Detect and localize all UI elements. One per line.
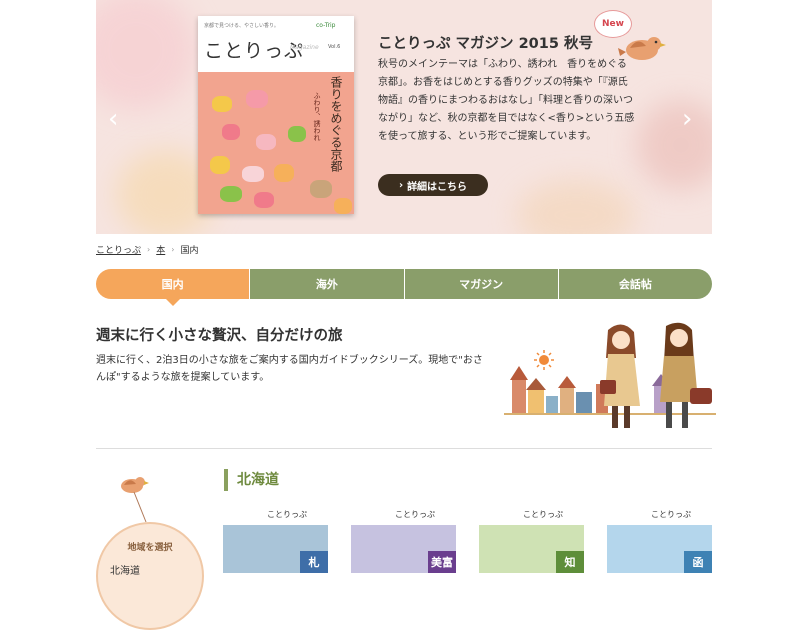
region-selector-label: 地域を選択 [127,543,173,553]
book-title: ことりっぷ [523,510,563,519]
details-button[interactable]: › 詳細はこちら [378,174,488,196]
cotrip-logo: co-Trip [316,22,336,29]
cover-headline: 香りをめぐる京都 [329,76,343,172]
magazine-cover[interactable]: 京都で見つける、やさしい香り。 ことりっぷ Magazine co-Trip V… [198,16,354,214]
cover-title: ことりっぷ [204,40,305,62]
category-tabs: 国内 海外 マガジン 会話帖 [96,269,712,306]
chevron-right-icon: › [398,179,404,191]
sweet-illustration [220,186,242,202]
cover-magazine-label: Magazine [290,44,319,51]
book-title: ことりっぷ [267,510,307,519]
breadcrumb-home-link[interactable]: ことりっぷ [96,243,141,256]
cover-header: 京都で見つける、やさしい香り。 ことりっぷ Magazine co-Trip V… [198,16,354,72]
book-cover-shiretoko[interactable]: ことりっぷ 知 [479,503,584,573]
cover-tagline: 京都で見つける、やさしい香り。 [204,23,279,29]
tab-label: 海外 [315,278,338,291]
hero-description: 秋号のメインテーマは「ふわり、誘われ 香りをめぐる京都」。お香をはじめとする香り… [378,59,635,142]
details-button-label: 詳細はこちら [407,181,468,193]
tab-label: 国内 [161,278,184,291]
bird-hanging-icon [121,477,149,523]
tab-phrasebook[interactable]: 会話帖 [557,269,712,299]
sweet-illustration [246,90,268,108]
sweet-illustration [222,124,240,140]
carousel-next-button[interactable]: › [682,104,692,134]
hero-bg-blob [636,100,712,190]
cover-subheadline: ふわり、誘われ [313,92,321,141]
tab-domestic[interactable]: 国内 [96,269,250,306]
sweet-illustration [242,166,264,182]
breadcrumb-books-link[interactable]: 本 [156,243,165,256]
cover-volume: Vol.6 [328,44,341,50]
sweet-illustration [310,180,332,198]
tab-label: 会話帖 [618,278,652,291]
sweet-illustration [288,126,306,142]
hero-bg-blob [96,0,196,110]
tab-label: マガジン [459,278,504,291]
sweet-illustration [254,192,274,208]
intro-title: 週末に行く小さな贅沢、自分だけの旅 [96,328,343,344]
active-tab-pointer [165,299,180,306]
sweet-illustration [256,134,276,150]
book-title: ことりっぷ [395,510,435,519]
sweet-illustration [212,96,232,112]
tab-overseas[interactable]: 海外 [249,269,404,299]
book-title: ことりっぷ [651,510,691,519]
breadcrumb-separator: › [171,245,175,254]
sweet-illustration [274,164,294,182]
tab-magazine[interactable]: マガジン [403,269,558,299]
breadcrumb: ことりっぷ › 本 › 国内 [96,243,198,256]
intro-text: 週末に行く、2泊3日の小さな旅をご案内する国内ガイドブックシリーズ。現地で"おさ… [96,355,483,383]
hero-banner: ‹ › 京都で見つける、やさしい香り。 ことりっぷ Magazine co-Tr… [96,0,712,234]
section-divider [96,448,712,449]
book-cover-hakodate[interactable]: ことりっぷ 函 [607,503,712,573]
hero-title: ことりっぷ マガジン 2015 秋号 [378,36,593,52]
sun-icon [534,350,554,370]
book-cover-sapporo[interactable]: ことりっぷ 札 [223,503,328,573]
breadcrumb-separator: › [147,245,151,254]
bird-icon [618,37,666,60]
section-title-hokkaido: 北海道 [224,469,279,491]
sweet-illustration [210,156,230,174]
carousel-prev-button[interactable]: ‹ [108,104,118,134]
region-selector[interactable]: 地域を選択 北海道 [96,522,204,630]
hero-bg-blob [516,180,636,234]
travelers-illustration [504,322,716,428]
book-cover-furano[interactable]: ことりっぷ 美富 [351,503,456,573]
sweet-illustration [334,198,352,214]
breadcrumb-current: 国内 [180,246,199,256]
